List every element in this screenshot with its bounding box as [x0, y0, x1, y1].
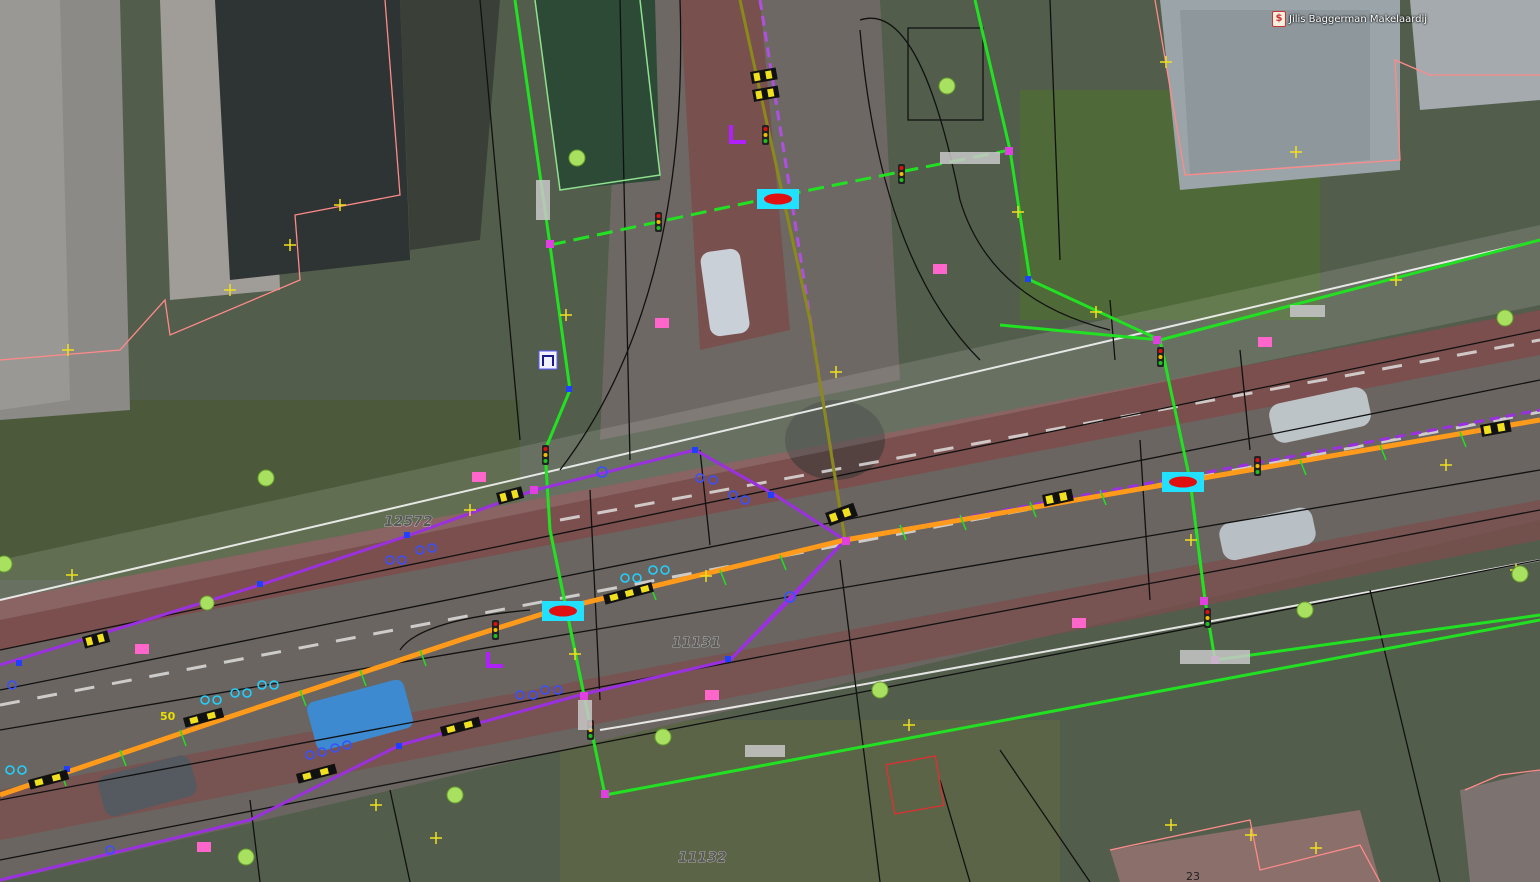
- road-id-12572: 12572: [384, 514, 433, 530]
- road-id-11132: 11132: [678, 850, 727, 866]
- crossing-marker-east: [1162, 472, 1204, 492]
- gate-icon: [538, 350, 558, 370]
- map-layers: 12572 11131 11132 50 23: [0, 0, 1540, 882]
- house-number-label: 23: [1186, 870, 1200, 882]
- map-canvas[interactable]: 12572 11131 11132 50 23 $ Jilis Baggerma…: [0, 0, 1540, 882]
- crossing-marker-north: [757, 189, 799, 209]
- speed-limit-label: 50: [160, 710, 176, 723]
- crossing-marker-southwest: [542, 601, 584, 621]
- poi-label: Jilis Baggerman Makelaardij: [1289, 13, 1428, 25]
- poi-marker[interactable]: $ Jilis Baggerman Makelaardij: [1272, 11, 1427, 27]
- road-id-11131: 11131: [672, 635, 721, 651]
- real-estate-icon: $: [1272, 11, 1286, 27]
